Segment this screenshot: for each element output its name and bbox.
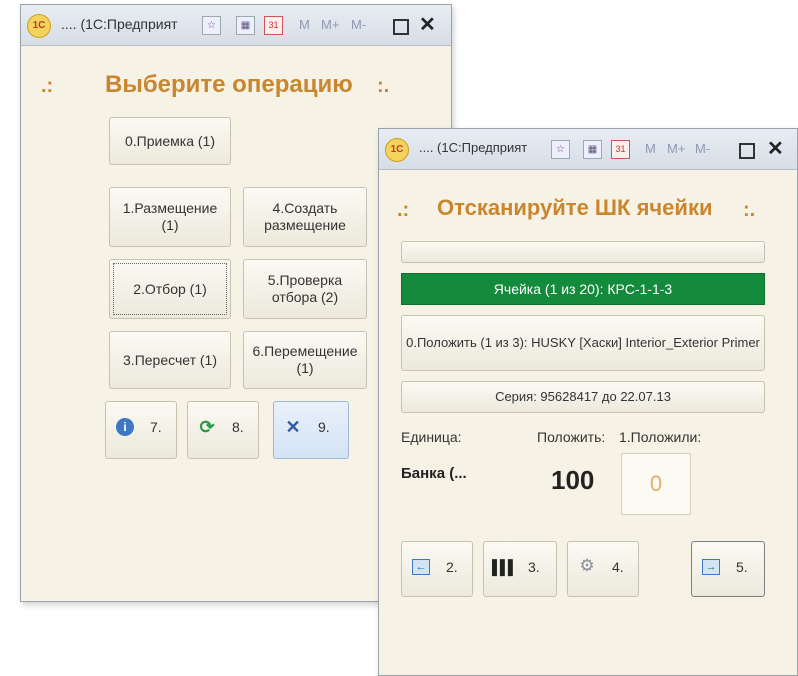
unit-label: Единица: (401, 429, 462, 445)
placed-label: 1.Положили: (619, 429, 702, 445)
forward-icon: → (702, 559, 720, 575)
picking-button[interactable]: 2.Отбор (1) (109, 259, 231, 319)
info-button[interactable]: i 7. (105, 401, 177, 459)
info-button-label: 7. (150, 419, 162, 435)
barcode-button-label: 3. (528, 559, 540, 575)
refresh-button-label: 8. (232, 419, 244, 435)
title-bar: 1С .... (1С:Предприят ☆ ▦ 31 M M+ M- ✕ (21, 5, 451, 46)
forward-button[interactable]: → 5. (691, 541, 765, 597)
app-logo-icon: 1С (27, 14, 51, 38)
gear-icon: ⚙ (579, 556, 595, 575)
title-bar: 1С .... (1С:Предприят ☆ ▦ 31 M M+ M- ✕ (379, 129, 797, 170)
favorites-icon[interactable]: ☆ (202, 16, 221, 35)
put-label: Положить: (537, 429, 606, 445)
move-button[interactable]: 6.Перемещение (1) (243, 331, 367, 389)
calendar-icon[interactable]: 31 (611, 140, 630, 159)
heading-decoration-left: .: (397, 199, 410, 221)
back-icon: ← (412, 559, 430, 575)
pick-check-button[interactable]: 5.Проверка отбора (2) (243, 259, 367, 319)
calculator-icon[interactable]: ▦ (583, 140, 602, 159)
barcode-input[interactable] (401, 241, 765, 263)
refresh-icon: ⟳ (199, 417, 215, 437)
maximize-icon[interactable] (739, 143, 755, 159)
back-button-label: 2. (446, 559, 458, 575)
settings-button[interactable]: ⚙ 4. (567, 541, 639, 597)
heading-decoration-left: .: (41, 75, 54, 97)
create-placement-button[interactable]: 4.Создать размещение (243, 187, 367, 247)
heading-decoration-right: :. (377, 75, 390, 97)
calendar-icon[interactable]: 31 (264, 16, 283, 35)
close-window-icon[interactable]: ✕ (419, 15, 436, 35)
memory-plus-button[interactable]: M+ (321, 15, 339, 35)
put-quantity: 100 (551, 465, 595, 495)
memory-plus-button[interactable]: M+ (667, 139, 685, 159)
placed-quantity-field[interactable]: 0 (621, 453, 691, 515)
maximize-icon[interactable] (393, 19, 409, 35)
forward-button-label: 5. (736, 559, 748, 575)
close-icon: ✕ (285, 417, 301, 437)
scan-cell-window: 1С .... (1С:Предприят ☆ ▦ 31 M M+ M- ✕ .… (378, 128, 798, 676)
close-window-icon[interactable]: ✕ (767, 139, 784, 159)
window-title: .... (1С:Предприят (419, 140, 528, 155)
favorites-icon[interactable]: ☆ (551, 140, 570, 159)
barcode-icon: ▌▌▌ (492, 559, 518, 575)
exit-button[interactable]: ✕ 9. (273, 401, 349, 459)
memory-minus-button[interactable]: M- (351, 15, 366, 35)
settings-button-label: 4. (612, 559, 624, 575)
exit-button-label: 9. (318, 419, 330, 435)
barcode-button[interactable]: ▌▌▌ 3. (483, 541, 557, 597)
app-logo-icon: 1С (385, 138, 409, 162)
info-icon: i (116, 418, 134, 436)
heading-decoration-right: :. (743, 199, 756, 221)
page-title: Выберите операцию (105, 71, 353, 98)
cell-status-bar: Ячейка (1 из 20): КРС-1-1-3 (401, 273, 765, 305)
memory-minus-button[interactable]: M- (695, 139, 710, 159)
place-item-button[interactable]: 0.Положить (1 из 3): HUSKY [Хаски] Inter… (401, 315, 765, 371)
unit-value: Банка (... (401, 465, 467, 482)
page-title: Отсканируйте ШК ячейки (437, 195, 713, 220)
memory-button[interactable]: M (645, 139, 656, 159)
calculator-icon[interactable]: ▦ (236, 16, 255, 35)
back-button[interactable]: ← 2. (401, 541, 473, 597)
recount-button[interactable]: 3.Пересчет (1) (109, 331, 231, 389)
placement-button[interactable]: 1.Размещение (1) (109, 187, 231, 247)
refresh-button[interactable]: ⟳ 8. (187, 401, 259, 459)
series-button[interactable]: Серия: 95628417 до 22.07.13 (401, 381, 765, 413)
window-title: .... (1С:Предприят (61, 16, 178, 32)
memory-button[interactable]: M (299, 15, 310, 35)
receiving-button[interactable]: 0.Приемка (1) (109, 117, 231, 165)
